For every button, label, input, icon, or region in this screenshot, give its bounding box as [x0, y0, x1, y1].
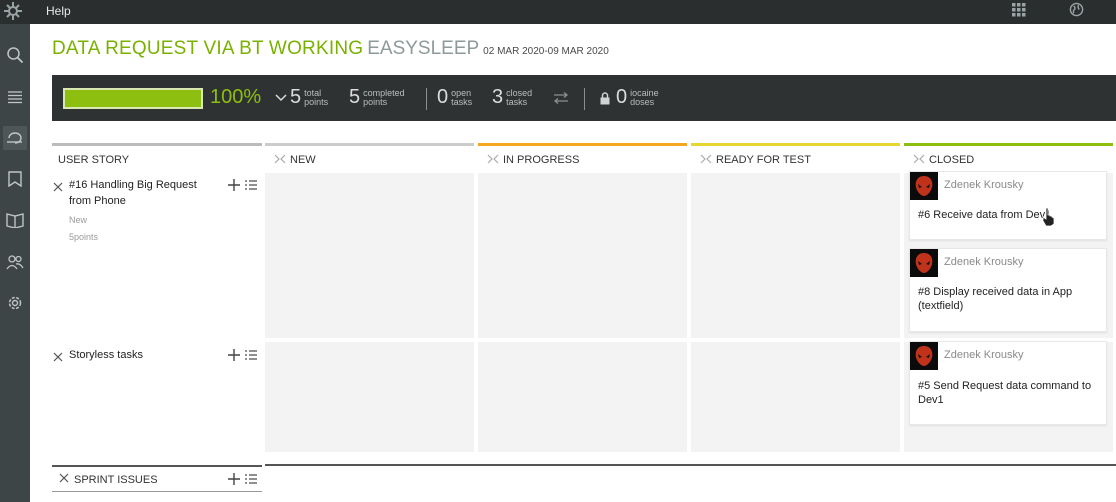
wiki-icon[interactable]	[3, 208, 27, 232]
open-tasks: 0 open tasks	[437, 86, 472, 109]
progress-fill	[65, 90, 201, 107]
sprint-issues-label: SPRINT ISSUES	[74, 474, 158, 486]
issues-icon[interactable]	[3, 167, 27, 191]
backlog-icon[interactable]	[3, 85, 27, 109]
avatar	[910, 249, 938, 277]
cell-new[interactable]	[265, 173, 474, 338]
iocaine-doses: 0 iocaine doses	[616, 86, 659, 109]
column-closed-label: CLOSED	[929, 154, 975, 166]
search-icon[interactable]	[3, 43, 27, 67]
grid-icon[interactable]	[1012, 3, 1026, 17]
card-assignee[interactable]: Zdenek Krousky	[944, 256, 1023, 268]
closed-tasks: 3 closed tasks	[492, 86, 532, 109]
column-ready-label: READY FOR TEST	[716, 154, 811, 166]
card-title[interactable]: #6 Receive data from Dev1	[918, 208, 1094, 222]
add-task-icon[interactable]	[228, 179, 240, 191]
open-tasks-value: 0	[437, 86, 449, 108]
iocaine-label-2: doses	[630, 96, 655, 107]
open-tasks-label-2: tasks	[451, 96, 473, 107]
card-title[interactable]: #5 Send Request data command to Dev1	[918, 379, 1094, 407]
kanban-icon[interactable]	[3, 126, 27, 150]
divider	[52, 491, 262, 492]
column-user-story: USER STORY	[52, 143, 262, 173]
completed-points-value: 5	[349, 86, 361, 108]
storyless-tasks-title: Storyless tasks	[69, 349, 143, 361]
collapse-icon[interactable]	[53, 182, 63, 192]
story-points: 5points	[69, 232, 99, 242]
card-title[interactable]: #8 Display received data in App (textfie…	[918, 285, 1094, 313]
fold-icon[interactable]	[700, 154, 712, 164]
lock-icon	[600, 92, 610, 105]
sprint-summary: 100% 5 total points 5 completed points 0 o…	[52, 75, 1116, 121]
bulk-add-icon[interactable]	[245, 349, 257, 361]
collapse-icon[interactable]	[59, 473, 69, 483]
logo-icon[interactable]	[4, 2, 22, 20]
closed-tasks-label-2: tasks	[506, 96, 528, 107]
fold-icon[interactable]	[274, 154, 286, 164]
team-icon[interactable]	[3, 250, 27, 274]
cell-new[interactable]	[265, 342, 474, 452]
fold-icon[interactable]	[913, 154, 925, 164]
total-points: 5 total points	[290, 86, 328, 109]
column-new-label: NEW	[290, 154, 316, 166]
progress-percent: 100%	[210, 86, 262, 108]
cell-in-progress[interactable]	[478, 342, 687, 452]
divider	[584, 88, 585, 110]
column-in-progress-label: IN PROGRESS	[503, 154, 580, 166]
sprint-dates: 02 MAR 2020-09 MAR 2020	[483, 46, 609, 57]
top-bar: Help	[0, 0, 1116, 24]
bulk-add-icon[interactable]	[245, 473, 257, 485]
globe-icon[interactable]	[1069, 2, 1084, 17]
page-title: DATA REQUEST VIA BT WORKING EASYSLEEP 02 M…	[52, 38, 609, 60]
cell-ready[interactable]	[691, 342, 900, 452]
task-card[interactable]: Zdenek Krousky #6 Receive data from Dev1	[909, 171, 1107, 240]
completed-points-label-2: points	[363, 96, 388, 107]
collapse-icon[interactable]	[53, 352, 63, 362]
add-task-icon[interactable]	[228, 349, 240, 361]
task-card[interactable]: Zdenek Krousky #5 Send Request data comm…	[909, 341, 1107, 425]
fold-icon[interactable]	[487, 154, 499, 164]
divider	[426, 88, 427, 110]
sidebar	[0, 24, 30, 502]
column-new: NEW	[265, 143, 474, 173]
chevron-down-icon[interactable]	[275, 94, 287, 102]
closed-tasks-value: 3	[492, 86, 504, 108]
add-issue-icon[interactable]	[228, 473, 240, 485]
avatar	[910, 342, 938, 370]
cell-ready[interactable]	[691, 173, 900, 338]
card-assignee[interactable]: Zdenek Krousky	[944, 179, 1023, 191]
card-assignee[interactable]: Zdenek Krousky	[944, 349, 1023, 361]
story-title[interactable]: #16 Handling Big Request from Phone	[69, 177, 214, 209]
hand-cursor-icon	[1042, 207, 1055, 227]
story-status[interactable]: New	[69, 215, 87, 225]
sprint-name: EASYSLEEP	[367, 38, 480, 59]
column-in-progress: IN PROGRESS	[478, 143, 687, 173]
task-card[interactable]: Zdenek Krousky #8 Display received data …	[909, 248, 1107, 332]
iocaine-value: 0	[616, 86, 628, 108]
progress-bar	[63, 88, 203, 109]
completed-points: 5 completed points	[349, 86, 405, 109]
bulk-add-icon[interactable]	[245, 179, 257, 191]
help-menu[interactable]: Help	[46, 4, 71, 18]
divider	[265, 464, 1116, 466]
avatar	[910, 172, 938, 200]
column-closed: CLOSED	[904, 143, 1113, 173]
total-points-label-2: points	[304, 96, 329, 107]
swap-icon[interactable]	[553, 92, 569, 104]
column-user-story-label: USER STORY	[58, 154, 130, 166]
cell-in-progress[interactable]	[478, 173, 687, 338]
settings-icon[interactable]	[3, 291, 27, 315]
sprint-issues-header: SPRINT ISSUES	[52, 465, 262, 491]
project-name[interactable]: DATA REQUEST VIA BT WORKING	[52, 38, 363, 59]
total-points-value: 5	[290, 86, 302, 108]
column-ready-for-test: READY FOR TEST	[691, 143, 900, 173]
